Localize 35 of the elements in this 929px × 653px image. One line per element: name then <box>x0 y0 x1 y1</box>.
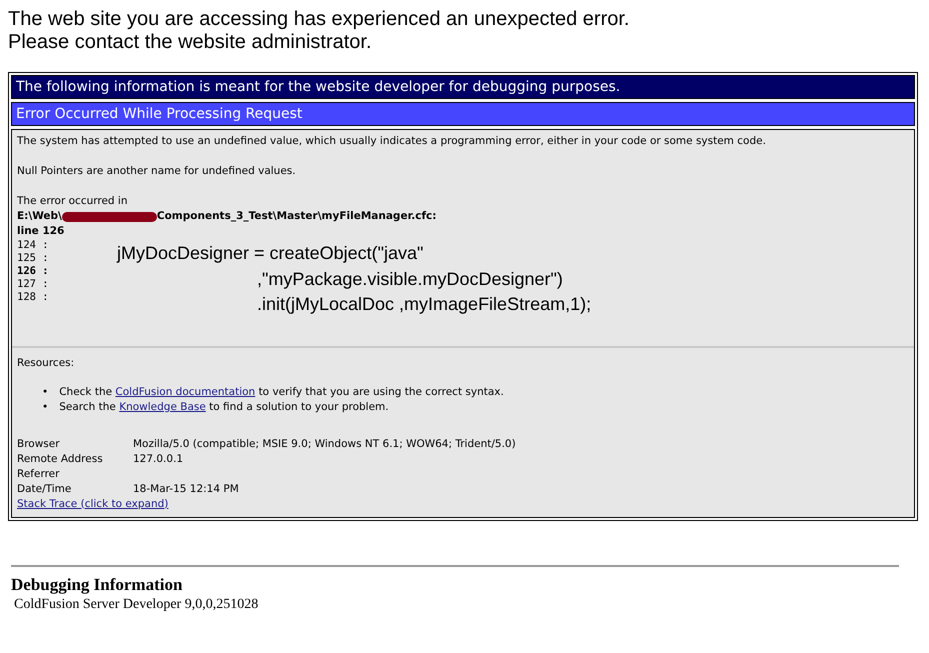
resource-text: Check the ColdFusion documentation to verify that you are using the correct syntax. <box>59 384 504 400</box>
file-path: Components_3_Test\Master\myFileManager.cfc: <box>156 209 436 224</box>
location-label: The error occurred in <box>17 194 128 209</box>
resource-link[interactable]: ColdFusion documentation <box>115 386 256 398</box>
info-value: 127.0.0.1 <box>133 452 184 464</box>
code-line: .init(jMyLocalDoc ,myImageFileStream,1); <box>257 294 592 314</box>
info-value: Mozilla/5.0 (compatible; MSIE 9.0; Windows NT 6.1; WOW64; Trident/5.0) <box>133 438 516 450</box>
line-number: 124 : <box>17 239 50 252</box>
code-line: ,"myPackage.visible.myDocDesigner") <box>257 268 563 288</box>
resources-label: Resources: <box>17 356 74 370</box>
error-description: The system has attempted to use an undefined value, which usually indicates a programming error, either in your code or some system code. <box>17 134 766 149</box>
debugging-title: Debugging Information <box>11 574 184 594</box>
info-label: Date/Time <box>17 482 72 496</box>
error-message: Please contact the website administrator. <box>8 31 372 54</box>
error-note: Null Pointers are another name for undefined values. <box>17 164 296 179</box>
line-number: 126 : <box>17 265 50 278</box>
bullet: • <box>42 400 48 414</box>
stack-trace-link[interactable]: Stack Trace (click to expand) <box>17 498 168 510</box>
resource-link[interactable]: Knowledge Base <box>119 400 206 412</box>
info-label: Remote Address <box>17 452 104 466</box>
resource-text: Search the Knowledge Base to find a solution to your problem. <box>59 400 389 414</box>
file-path: E:\Web\ <box>17 209 62 224</box>
bullet: • <box>42 384 48 400</box>
panel-subtitle: Error Occurred While Processing Request <box>11 102 915 126</box>
panel-title: The following information is meant for the website developer for debugging purposes. <box>11 75 915 99</box>
info-label: Referrer <box>17 466 60 482</box>
code-line: jMyDocDesigner = createObject("java" <box>117 243 424 263</box>
error-message: The web site you are accessing has experienced an unexpected error. <box>8 8 630 31</box>
info-label: Browser <box>17 436 61 452</box>
line-number: 125 : <box>17 252 50 265</box>
info-value: 18-Mar-15 12:14 PM <box>133 482 239 494</box>
line-number: 128 : <box>17 291 50 304</box>
server-version: ColdFusion Server Developer 9,0,0,251028 <box>13 596 260 612</box>
line-label: line 126 <box>17 224 64 239</box>
line-number: 127 : <box>17 278 50 291</box>
